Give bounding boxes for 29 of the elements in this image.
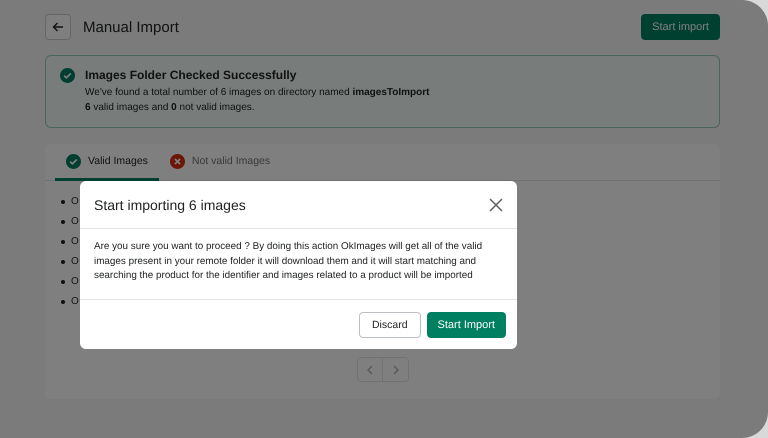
bullet — [61, 300, 65, 304]
list-item-text: O — [71, 296, 79, 307]
bullet — [61, 220, 65, 224]
list-item-text: O — [71, 216, 79, 227]
start-import-button[interactable]: Start Import — [426, 312, 506, 338]
banner-text: 6 valid images and 0 not valid images. — [85, 101, 256, 114]
list-item-text: O — [71, 236, 79, 247]
back-arrow-icon — [52, 21, 64, 33]
bullet — [61, 200, 65, 204]
start-import-button[interactable]: Start import — [641, 14, 720, 40]
bullet — [61, 260, 65, 264]
dialog-title: Start importing 6 images — [94, 196, 246, 212]
error-icon — [170, 154, 185, 168]
banner-title: Images Folder Checked Successfully — [85, 68, 298, 82]
list-item-text: O — [71, 276, 79, 287]
page-title: Manual Import — [83, 18, 179, 36]
list-item-text: O — [71, 196, 79, 207]
bullet — [61, 240, 65, 244]
close-icon — [489, 198, 503, 212]
banner-text: We've found a total number of 6 images on directory named imagesToImport — [85, 86, 430, 99]
list-item-text: O — [71, 256, 79, 267]
tab[interactable]: Not valid Images — [158, 144, 282, 181]
dialog-message: Are you sure you want to proceed ? By doing this action OkImages will get all of the valid images present in your remote folder it will download them and it will start matching and searching the product for the identifier and images related to a product will be imported — [80, 229, 517, 300]
bullet — [61, 280, 65, 284]
discard-button[interactable]: Discard — [358, 312, 421, 338]
success-check-icon — [60, 68, 75, 83]
close-button[interactable] — [489, 198, 503, 212]
back-button[interactable] — [45, 14, 71, 40]
check-circle-icon — [66, 154, 81, 168]
